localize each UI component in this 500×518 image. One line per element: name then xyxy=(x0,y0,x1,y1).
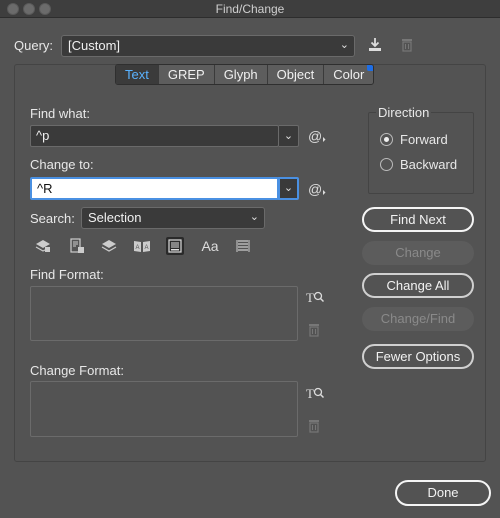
tab-color[interactable]: Color xyxy=(324,65,374,84)
window-title: Find/Change xyxy=(215,2,285,16)
save-query-icon[interactable] xyxy=(366,36,384,54)
tab-color-label: Color xyxy=(333,67,365,82)
change-all-button[interactable]: Change All xyxy=(362,273,474,298)
forward-label: Forward xyxy=(400,132,448,147)
include-footnotes-icon[interactable] xyxy=(166,237,184,255)
svg-text:A: A xyxy=(145,245,149,251)
search-label: Search: xyxy=(30,211,75,226)
backward-radio[interactable] xyxy=(380,158,393,171)
find-what-value: ^p xyxy=(36,128,50,143)
direction-group xyxy=(368,112,474,194)
backward-label: Backward xyxy=(400,157,458,172)
find-next-button[interactable]: Find Next xyxy=(362,207,474,232)
find-what-recent-button[interactable]: ⌄ xyxy=(279,125,299,147)
change-find-button[interactable]: Change/Find xyxy=(362,307,474,331)
include-locked-layers-icon[interactable] xyxy=(34,237,52,255)
special-characters-change-icon[interactable]: @ xyxy=(307,179,327,199)
special-characters-find-icon[interactable]: @ xyxy=(307,126,327,146)
find-what-input[interactable]: ^p xyxy=(30,125,279,147)
change-format-label: Change Format: xyxy=(30,363,124,378)
chevron-down-icon: ⌄ xyxy=(249,211,259,223)
specify-change-format-icon[interactable]: T xyxy=(305,384,325,402)
svg-text:@: @ xyxy=(308,181,322,197)
tab-bar: Text GREP Glyph Object Color xyxy=(115,64,375,85)
done-button[interactable]: Done xyxy=(395,480,491,506)
whole-word-icon[interactable] xyxy=(234,237,252,255)
svg-text:A: A xyxy=(136,245,140,251)
clear-change-format-icon xyxy=(306,418,322,434)
tab-grep[interactable]: GREP xyxy=(159,65,215,84)
svg-text:T: T xyxy=(306,290,314,305)
query-dropdown[interactable]: [Custom] ⌄ xyxy=(61,35,355,57)
search-scope-value: Selection xyxy=(88,210,142,225)
direction-label: Direction xyxy=(376,105,432,120)
query-value: [Custom] xyxy=(68,38,121,53)
change-to-recent-button[interactable]: ⌄ xyxy=(278,177,299,200)
delete-query-icon xyxy=(399,37,415,53)
change-format-box[interactable] xyxy=(30,381,298,437)
title-bar: Find/Change xyxy=(0,0,500,18)
svg-text:T: T xyxy=(306,386,314,401)
specify-find-format-icon[interactable]: T xyxy=(305,288,325,306)
change-to-value: ^R xyxy=(37,181,53,196)
find-format-box[interactable] xyxy=(30,286,298,341)
change-to-label: Change to: xyxy=(30,157,94,172)
search-scope-dropdown[interactable]: Selection ⌄ xyxy=(81,207,265,229)
tab-text[interactable]: Text xyxy=(116,65,159,84)
change-to-input[interactable]: ^R xyxy=(30,177,279,200)
include-master-pages-icon[interactable]: AA xyxy=(133,237,151,255)
svg-text:@: @ xyxy=(308,128,322,144)
chevron-down-icon: ⌄ xyxy=(339,39,349,51)
fewer-options-button[interactable]: Fewer Options xyxy=(362,344,474,369)
tab-object[interactable]: Object xyxy=(268,65,325,84)
find-what-label: Find what: xyxy=(30,106,90,121)
case-sensitive-icon[interactable]: Aa xyxy=(199,237,221,255)
find-format-label: Find Format: xyxy=(30,267,104,282)
tab-glyph[interactable]: Glyph xyxy=(215,65,268,84)
query-label: Query: xyxy=(14,38,54,53)
change-button[interactable]: Change xyxy=(362,241,474,265)
include-hidden-layers-icon[interactable] xyxy=(100,237,118,255)
tab-badge xyxy=(367,65,374,71)
include-locked-stories-icon[interactable] xyxy=(68,237,86,255)
forward-radio[interactable] xyxy=(380,133,393,146)
clear-find-format-icon xyxy=(306,322,322,338)
